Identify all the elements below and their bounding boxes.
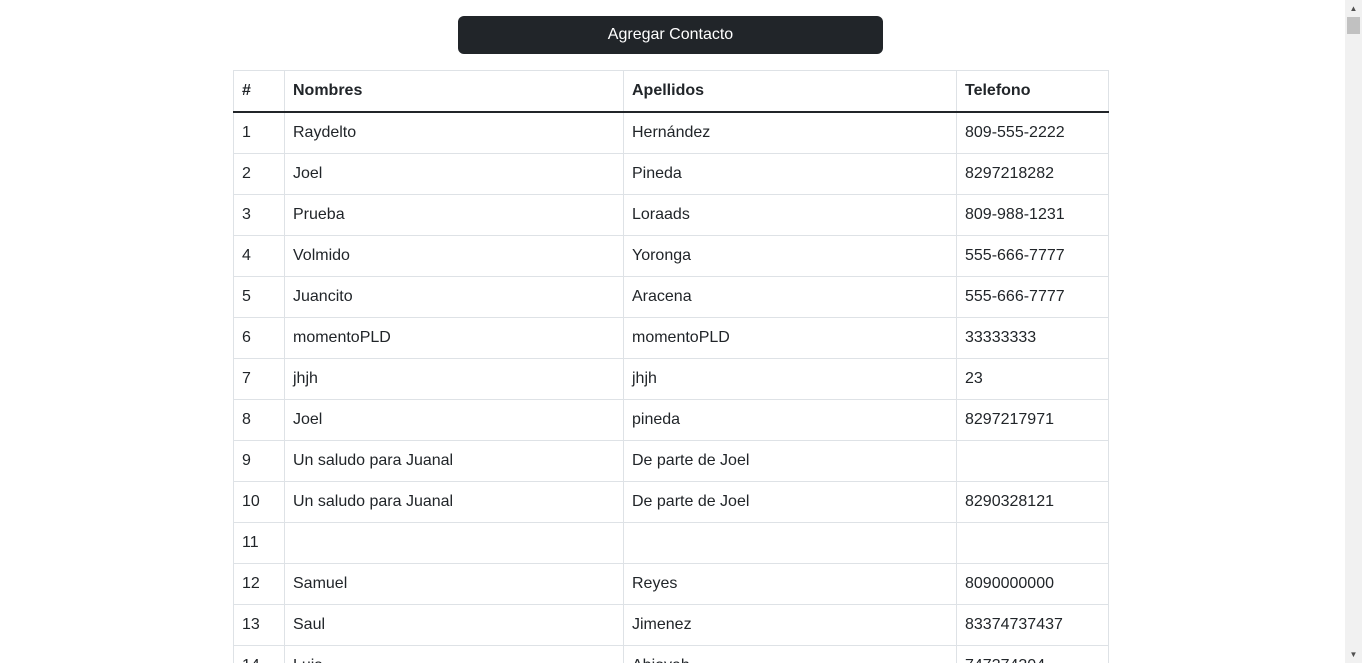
row-nombres-cell: Joel bbox=[284, 399, 624, 441]
row-number-cell: 1 bbox=[233, 111, 285, 154]
row-telefono-cell: 83374737437 bbox=[956, 604, 1109, 646]
row-apellidos-cell: Hernández bbox=[623, 111, 957, 154]
row-number-cell: 13 bbox=[233, 604, 285, 646]
row-number-cell: 10 bbox=[233, 481, 285, 523]
row-apellidos-cell: Aracena bbox=[623, 276, 957, 318]
table-row: 9 Un saludo para Juanal De parte de Joel bbox=[233, 440, 1109, 482]
row-telefono-cell bbox=[956, 522, 1109, 564]
vertical-scrollbar[interactable]: ▲ ▼ bbox=[1345, 0, 1362, 663]
header-apellidos: Apellidos bbox=[623, 70, 957, 113]
row-apellidos-cell: Abiovah bbox=[623, 645, 957, 663]
row-telefono-cell: 8090000000 bbox=[956, 563, 1109, 605]
table-row: 14LuisAbiovah747374304 bbox=[233, 645, 1109, 663]
contacts-table: # Nombres Apellidos Telefono 1 Raydelto He… bbox=[233, 70, 1109, 663]
table-row: 11 bbox=[233, 522, 1109, 564]
row-nombres-cell: Saul bbox=[284, 604, 624, 646]
row-number-cell: 7 bbox=[233, 358, 285, 400]
table-row: 2 Joel Pineda 8297218282 bbox=[233, 153, 1109, 195]
row-apellidos-cell: jhjh bbox=[623, 358, 957, 400]
row-apellidos-cell: De parte de Joel bbox=[623, 481, 957, 523]
row-nombres-cell bbox=[284, 522, 624, 564]
table-row: 4 Volmido Yoronga 555-666-7777 bbox=[233, 235, 1109, 277]
row-nombres-cell: Un saludo para Juanal bbox=[284, 440, 624, 482]
row-number-cell: 14 bbox=[233, 645, 285, 663]
scroll-down-icon[interactable]: ▼ bbox=[1345, 646, 1362, 663]
row-telefono-cell: 8290328121 bbox=[956, 481, 1109, 523]
row-nombres-cell: momentoPLD bbox=[284, 317, 624, 359]
table-header: # Nombres Apellidos Telefono bbox=[233, 70, 1109, 113]
row-number-cell: 6 bbox=[233, 317, 285, 359]
row-nombres-cell: Un saludo para Juanal bbox=[284, 481, 624, 523]
table-row: 6 momentoPLD momentoPLD 33333333 bbox=[233, 317, 1109, 359]
table-row: 10 Un saludo para Juanal De parte de Joel 8… bbox=[233, 481, 1109, 523]
row-nombres-cell: Volmido bbox=[284, 235, 624, 277]
row-apellidos-cell: Pineda bbox=[623, 153, 957, 195]
row-nombres-cell: jhjh bbox=[284, 358, 624, 400]
row-apellidos-cell: pineda bbox=[623, 399, 957, 441]
header-row: # Nombres Apellidos Telefono bbox=[233, 70, 1109, 113]
row-apellidos-cell: De parte de Joel bbox=[623, 440, 957, 482]
table-row: 7 jhjh jhjh 23 bbox=[233, 358, 1109, 400]
table-row: 1 Raydelto Hernández 809-555-2222 bbox=[233, 111, 1109, 154]
contacts-table-wrapper: # Nombres Apellidos Telefono 1 Raydelto He… bbox=[233, 70, 1109, 663]
row-apellidos-cell: Yoronga bbox=[623, 235, 957, 277]
table-row: 12 Samuel Reyes 8090000000 bbox=[233, 563, 1109, 605]
table-row: 13 Saul Jimenez 83374737437 bbox=[233, 604, 1109, 646]
row-apellidos-cell: Loraads bbox=[623, 194, 957, 236]
header-nombres: Nombres bbox=[284, 70, 624, 113]
table-row: 8 Joel pineda 8297217971 bbox=[233, 399, 1109, 441]
header-number: # bbox=[233, 70, 285, 113]
row-telefono-cell bbox=[956, 440, 1109, 482]
row-nombres-cell: Juancito bbox=[284, 276, 624, 318]
row-telefono-cell: 23 bbox=[956, 358, 1109, 400]
row-telefono-cell: 809-988-1231 bbox=[956, 194, 1109, 236]
row-apellidos-cell bbox=[623, 522, 957, 564]
row-telefono-cell: 747374304 bbox=[956, 645, 1109, 663]
table-row: 3 Prueba Loraads 809-988-1231 bbox=[233, 194, 1109, 236]
add-contact-button[interactable]: Agregar Contacto bbox=[458, 16, 883, 54]
row-nombres-cell: Raydelto bbox=[284, 111, 624, 154]
page: Agregar Contacto # Nombres Apellidos Tel… bbox=[0, 0, 1345, 663]
scroll-up-icon[interactable]: ▲ bbox=[1345, 0, 1362, 17]
row-telefono-cell: 555-666-7777 bbox=[956, 235, 1109, 277]
row-nombres-cell: Joel bbox=[284, 153, 624, 195]
row-apellidos-cell: Jimenez bbox=[623, 604, 957, 646]
row-telefono-cell: 555-666-7777 bbox=[956, 276, 1109, 318]
row-number-cell: 11 bbox=[233, 522, 285, 564]
row-telefono-cell: 33333333 bbox=[956, 317, 1109, 359]
row-apellidos-cell: Reyes bbox=[623, 563, 957, 605]
header-telefono: Telefono bbox=[956, 70, 1109, 113]
row-telefono-cell: 8297217971 bbox=[956, 399, 1109, 441]
row-nombres-cell: Prueba bbox=[284, 194, 624, 236]
row-nombres-cell: Luis bbox=[284, 645, 624, 663]
row-number-cell: 8 bbox=[233, 399, 285, 441]
row-telefono-cell: 809-555-2222 bbox=[956, 111, 1109, 154]
row-number-cell: 4 bbox=[233, 235, 285, 277]
row-apellidos-cell: momentoPLD bbox=[623, 317, 957, 359]
row-nombres-cell: Samuel bbox=[284, 563, 624, 605]
row-telefono-cell: 8297218282 bbox=[956, 153, 1109, 195]
row-number-cell: 12 bbox=[233, 563, 285, 605]
scroll-thumb[interactable] bbox=[1347, 17, 1360, 34]
row-number-cell: 2 bbox=[233, 153, 285, 195]
row-number-cell: 5 bbox=[233, 276, 285, 318]
table-body: 1 Raydelto Hernández 809-555-2222 2 Joel Pined… bbox=[233, 111, 1109, 663]
row-number-cell: 9 bbox=[233, 440, 285, 482]
table-row: 5 Juancito Aracena 555-666-7777 bbox=[233, 276, 1109, 318]
row-number-cell: 3 bbox=[233, 194, 285, 236]
